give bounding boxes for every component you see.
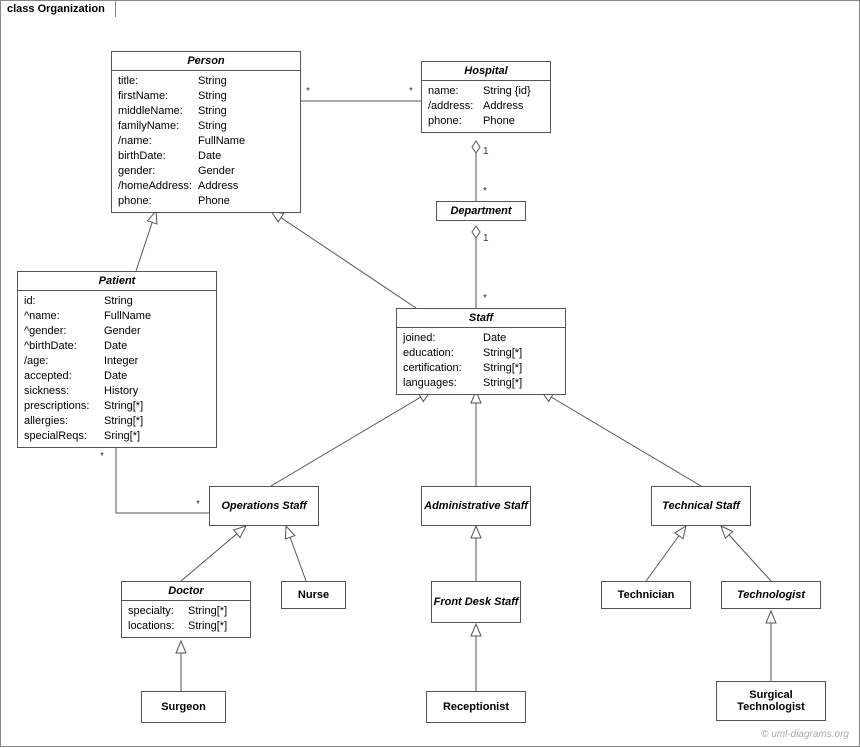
class-hospital: Hospital name:String {id} /address:Addre… [421,61,551,133]
watermark: © uml-diagrams.org [761,729,849,740]
mult-dept-staff-bot: * [483,293,487,304]
mult-dept-staff-top: 1 [483,233,489,244]
class-staff-title: Staff [397,309,565,328]
mult-person-hospital-right: * [409,86,413,97]
mult-patient-opstaff-right: * [196,499,200,510]
class-staff: Staff joined:Date education:String[*] ce… [396,308,566,395]
class-surgeon: Surgeon [141,691,226,723]
class-patient: Patient id:String ^name:FullName ^gender… [17,271,217,448]
class-surgical-technologist: Surgical Technologist [716,681,826,721]
class-technician: Technician [601,581,691,609]
class-doctor: Doctor specialty:String[*] locations:Str… [121,581,251,638]
class-technical-staff: Technical Staff [651,486,751,526]
class-person: Person title:String firstName:String mid… [111,51,301,213]
mult-person-hospital-left: * [306,86,310,97]
class-receptionist: Receptionist [426,691,526,723]
class-department-title: Department [437,202,525,220]
class-person-title: Person [112,52,300,71]
class-department: Department [436,201,526,221]
class-front-desk-staff: Front Desk Staff [431,581,521,623]
diagram-title: class Organization [0,0,116,17]
mult-hosp-dept-bot: * [483,186,487,197]
class-administrative-staff: Administrative Staff [421,486,531,526]
class-hospital-title: Hospital [422,62,550,81]
mult-hosp-dept-top: 1 [483,146,489,157]
class-nurse: Nurse [281,581,346,609]
class-doctor-title: Doctor [122,582,250,601]
mult-patient-opstaff-left: * [100,451,104,462]
class-patient-title: Patient [18,272,216,291]
class-operations-staff: Operations Staff [209,486,319,526]
class-technologist: Technologist [721,581,821,609]
